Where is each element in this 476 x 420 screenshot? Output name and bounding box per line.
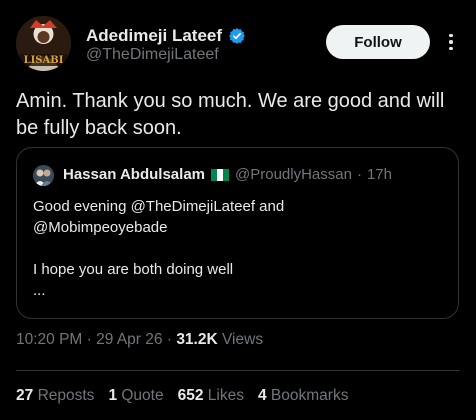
likes-label: Likes	[207, 387, 244, 404]
verified-badge-icon	[228, 27, 246, 45]
engagement-stats: 27 Reposts 1 Quote 652 Likes 4 Bookmarks	[16, 387, 348, 405]
bookmarks-count: 4	[257, 387, 267, 404]
quoted-text-line: @Mobimpeoyebade	[33, 219, 168, 236]
quotes-stat[interactable]: 1 Quote	[108, 387, 163, 405]
views-count: 31.2K	[176, 331, 218, 348]
quoted-display-name[interactable]: Hassan Abdulsalam	[63, 166, 205, 183]
quoted-text-line: Good evening @TheDimejiLateef and	[33, 198, 285, 215]
tweet-meta: 10:20 PM · 29 Apr 26 · 31.2K Views	[16, 331, 263, 349]
views-label: Views	[222, 331, 264, 348]
quotes-count: 1	[108, 387, 118, 404]
quoted-tweet-card[interactable]: Hassan Abdulsalam @ProudlyHassan · 17h G…	[16, 147, 459, 319]
quoted-text-line	[33, 238, 443, 259]
nigeria-flag-icon	[211, 168, 229, 181]
avatar-logo-text: LISABI	[24, 55, 64, 66]
quoted-timestamp[interactable]: 17h	[367, 166, 392, 183]
author-display-name[interactable]: Adedimeji Lateef	[86, 26, 222, 46]
reposts-label: Reposts	[37, 387, 95, 404]
meta-separator: ·	[86, 331, 92, 348]
avatar-image: LISABI	[16, 16, 71, 71]
quoted-tweet-body: Good evening @TheDimejiLateef and @Mobim…	[33, 196, 443, 301]
likes-stat[interactable]: 652 Likes	[178, 387, 244, 405]
author-name-row[interactable]: Adedimeji Lateef	[86, 26, 246, 46]
author-handle[interactable]: @TheDimejiLateef	[86, 46, 219, 64]
quoted-separator: ·	[356, 166, 362, 183]
tweet-time[interactable]: 10:20 PM	[16, 331, 82, 348]
reposts-stat[interactable]: 27 Reposts	[16, 387, 94, 405]
follow-button[interactable]: Follow	[326, 25, 430, 59]
likes-count: 652	[177, 387, 204, 404]
quoted-text-line: I hope you are both doing well	[33, 261, 234, 278]
bookmarks-stat[interactable]: 4 Bookmarks	[258, 387, 348, 405]
quotes-label: Quote	[121, 387, 164, 404]
tweet-text: Amin. Thank you so much. We are good and…	[16, 90, 445, 139]
tweet-date[interactable]: 29 Apr 26	[96, 331, 162, 348]
quoted-text-ellipsis: ...	[33, 282, 46, 299]
tweet-detail: LISABI Adedimeji Lateef @TheDimejiLateef…	[0, 0, 476, 420]
quoted-author-avatar[interactable]	[33, 165, 54, 186]
meta-separator: ·	[166, 331, 172, 348]
author-avatar[interactable]: LISABI	[16, 16, 71, 71]
divider	[16, 370, 460, 371]
quoted-tweet-header: Hassan Abdulsalam @ProudlyHassan · 17h	[63, 166, 392, 183]
quoted-avatar-image	[33, 165, 54, 186]
quoted-handle[interactable]: @ProudlyHassan	[235, 166, 352, 183]
more-icon[interactable]	[440, 30, 462, 54]
bookmarks-label: Bookmarks	[270, 387, 349, 404]
reposts-count: 27	[16, 387, 34, 404]
